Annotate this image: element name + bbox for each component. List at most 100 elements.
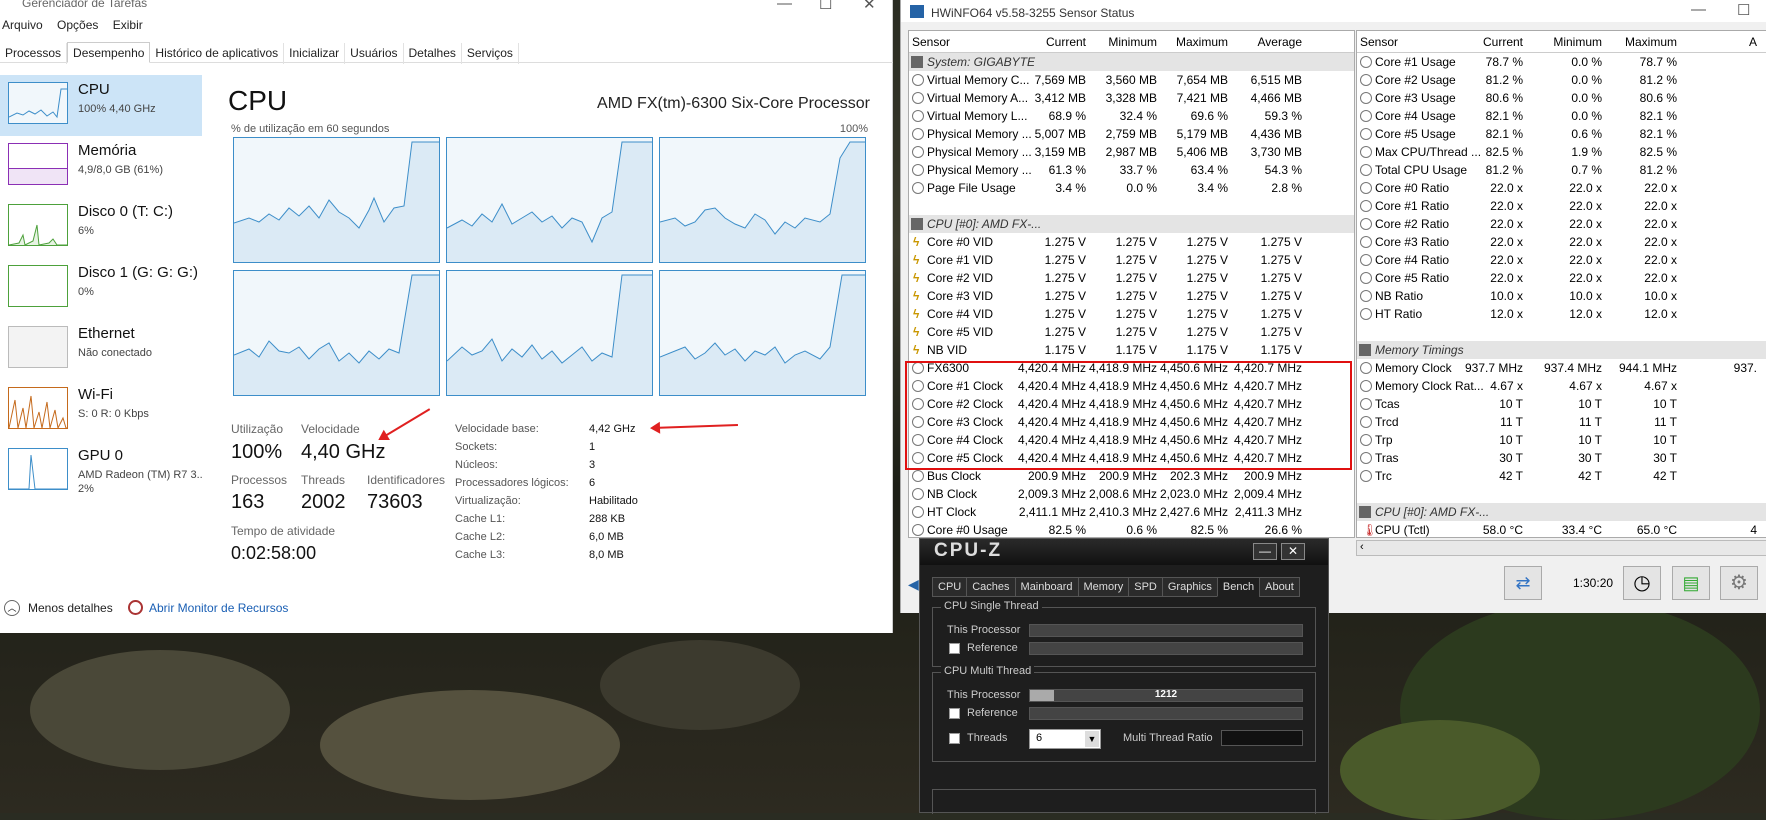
sensor-row[interactable]: 🌡 CPU (Tctl) 58.0 °C 33.4 °C 65.0 °C 4 (1357, 521, 1766, 537)
sensor-row[interactable]: NB Clock 2,009.3 MHz 2,008.6 MHz 2,023.0 MH… (909, 485, 1354, 503)
threads-select[interactable]: 6 ▼ (1029, 729, 1101, 749)
sensor-row[interactable]: ϟ Core #1 VID 1.275 V 1.275 V 1.275 V 1.275 V (909, 251, 1354, 269)
column-header[interactable]: Average (1232, 31, 1302, 53)
maximize-icon[interactable]: ☐ (819, 0, 832, 13)
sensor-row[interactable]: Tras 30 T 30 T 30 T (1357, 449, 1766, 467)
tab-mainboard[interactable]: Mainboard (1014, 577, 1079, 597)
sensor-row[interactable]: Core #5 Ratio 22.0 x 22.0 x 22.0 x (1357, 269, 1766, 287)
sensor-row[interactable]: Core #2 Usage 81.2 % 0.0 % 81.2 % (1357, 71, 1766, 89)
column-header[interactable]: Minimum (1087, 31, 1157, 53)
sidebar-item-gpu[interactable]: GPU 0 AMD Radeon (TM) R7 3... 2% (0, 441, 202, 502)
sensor-row[interactable]: Core #4 Ratio 22.0 x 22.0 x 22.0 x (1357, 251, 1766, 269)
group-row[interactable]: System: GIGABYTE (909, 53, 1354, 71)
sensor-row[interactable]: HT Ratio 12.0 x 12.0 x 12.0 x (1357, 305, 1766, 323)
minimize-icon[interactable]: — (1691, 1, 1706, 18)
sensor-row[interactable]: Core #4 Usage 82.1 % 0.0 % 82.1 % (1357, 107, 1766, 125)
tab-servicos[interactable]: Serviços (462, 43, 519, 64)
sensor-row[interactable]: Total CPU Usage 81.2 % 0.7 % 81.2 % (1357, 161, 1766, 179)
minimize-icon[interactable]: — (777, 0, 792, 12)
sensor-row[interactable]: ϟ Core #0 VID 1.275 V 1.275 V 1.275 V 1.275 V (909, 233, 1354, 251)
nav-left-icon[interactable]: ◀ (908, 576, 919, 593)
sensor-row[interactable]: Trc 42 T 42 T 42 T (1357, 467, 1766, 485)
maximize-icon[interactable]: ☐ (1737, 1, 1750, 19)
menu-arquivo[interactable]: Arquivo (2, 18, 43, 32)
tab-processos[interactable]: Processos (0, 43, 68, 64)
fewer-details-link[interactable]: Menos detalhes (28, 601, 113, 615)
sidebar-item-memory[interactable]: Memória 4,9/8,0 GB (61%) (0, 136, 202, 197)
sensor-row[interactable]: Core #0 Usage 82.5 % 0.6 % 82.5 % 26.6 % (909, 521, 1354, 537)
resource-monitor-link[interactable]: Abrir Monitor de Recursos (149, 601, 288, 615)
sensor-row[interactable]: Max CPU/Thread ... 82.5 % 1.9 % 82.5 % (1357, 143, 1766, 161)
menu-exibir[interactable]: Exibir (113, 18, 143, 32)
tab-desempenho[interactable]: Desempenho (67, 42, 151, 63)
sensor-row[interactable]: Physical Memory ... 61.3 % 33.7 % 63.4 % 54.… (909, 161, 1354, 179)
close-icon[interactable]: ✕ (863, 0, 876, 13)
group-row[interactable]: Memory Timings (1357, 341, 1766, 359)
sensor-row[interactable]: ϟ Core #4 VID 1.275 V 1.275 V 1.275 V 1.275 V (909, 305, 1354, 323)
settings-gear-icon[interactable]: ⚙ (1720, 566, 1758, 600)
sensor-row[interactable]: Core #1 Usage 78.7 % 0.0 % 78.7 % (1357, 53, 1766, 71)
tab-bench[interactable]: Bench (1216, 577, 1261, 597)
sensor-row[interactable]: NB Ratio 10.0 x 10.0 x 10.0 x (1357, 287, 1766, 305)
menu-opcoes[interactable]: Opções (57, 18, 98, 32)
column-header[interactable]: A (1687, 31, 1757, 53)
sensor-row[interactable]: Virtual Memory C... 7,569 MB 3,560 MB 7,654… (909, 71, 1354, 89)
sensor-row[interactable]: Memory Clock Rat... 4.67 x 4.67 x 4.67 x (1357, 377, 1766, 395)
tab-about[interactable]: About (1259, 577, 1300, 597)
group-row[interactable]: CPU [#0]: AMD FX-... (1357, 503, 1766, 521)
tab-caches[interactable]: Caches (966, 577, 1016, 597)
report-icon[interactable]: ▤ (1672, 566, 1710, 600)
sensor-row[interactable]: Core #2 Ratio 22.0 x 22.0 x 22.0 x (1357, 215, 1766, 233)
sensor-row[interactable]: Virtual Memory A... 3,412 MB 3,328 MB 7,421… (909, 89, 1354, 107)
tab-spd[interactable]: SPD (1128, 577, 1163, 597)
reference-checkbox[interactable] (949, 708, 960, 719)
column-header[interactable]: Minimum (1532, 31, 1602, 53)
tab-cpu[interactable]: CPU (932, 577, 968, 597)
sensor-table-right[interactable]: Sensor Current Minimum Maximum A Core #1 Usag… (1356, 30, 1766, 538)
tab-historico[interactable]: Histórico de aplicativos (150, 43, 285, 64)
sensor-row[interactable]: HT Clock 2,411.1 MHz 2,410.3 MHz 2,427.6 MH… (909, 503, 1354, 521)
close-icon[interactable]: ✕ (1281, 543, 1305, 560)
sensor-row[interactable]: ϟ NB VID 1.175 V 1.175 V 1.175 V 1.175 V (909, 341, 1354, 359)
sensor-row[interactable]: Memory Clock 937.7 MHz 937.4 MHz 944.1 MHz 9… (1357, 359, 1766, 377)
column-header[interactable]: Current (1453, 31, 1523, 53)
sensor-row[interactable]: ϟ Core #5 VID 1.275 V 1.275 V 1.275 V 1.275 V (909, 323, 1354, 341)
tab-inicializar[interactable]: Inicializar (284, 43, 346, 64)
group-row[interactable]: CPU [#0]: AMD FX-... (909, 215, 1354, 233)
reference-checkbox[interactable] (949, 643, 960, 654)
sensor-row[interactable]: Trp 10 T 10 T 10 T (1357, 431, 1766, 449)
sidebar-item-wifi[interactable]: Wi-Fi S: 0 R: 0 Kbps (0, 380, 202, 441)
chevron-up-icon[interactable]: ︿ (4, 600, 20, 616)
sensor-row[interactable]: Core #3 Ratio 22.0 x 22.0 x 22.0 x (1357, 233, 1766, 251)
column-header[interactable]: Sensor (912, 31, 950, 53)
tab-graphics[interactable]: Graphics (1161, 577, 1218, 597)
sensor-row[interactable]: Core #5 Usage 82.1 % 0.6 % 82.1 % (1357, 125, 1766, 143)
sidebar-item-disk0[interactable]: Disco 0 (T: C:) 6% (0, 197, 202, 258)
column-header[interactable]: Current (1016, 31, 1086, 53)
sensor-row[interactable]: Core #1 Ratio 22.0 x 22.0 x 22.0 x (1357, 197, 1766, 215)
tab-memory[interactable]: Memory (1077, 577, 1130, 597)
sidebar-item-cpu[interactable]: CPU 100% 4,40 GHz (0, 75, 202, 136)
tab-usuarios[interactable]: Usuários (345, 43, 404, 64)
column-header[interactable]: Sensor (1360, 31, 1398, 53)
sensor-row[interactable]: Physical Memory ... 5,007 MB 2,759 MB 5,179… (909, 125, 1354, 143)
column-header[interactable]: Maximum (1607, 31, 1677, 53)
sensor-row[interactable]: Virtual Memory L... 68.9 % 32.4 % 69.6 % 59.… (909, 107, 1354, 125)
sensor-row[interactable]: Core #0 Ratio 22.0 x 22.0 x 22.0 x (1357, 179, 1766, 197)
sensor-row[interactable]: ϟ Core #3 VID 1.275 V 1.275 V 1.275 V 1.275 V (909, 287, 1354, 305)
sidebar-item-disk1[interactable]: Disco 1 (G: G: G:) 0% (0, 258, 202, 319)
timer-icon[interactable]: ◷ (1623, 566, 1661, 600)
sensor-row[interactable]: Tcas 10 T 10 T 10 T (1357, 395, 1766, 413)
column-header[interactable]: Maximum (1158, 31, 1228, 53)
scrollbar-horizontal[interactable]: ‹ (1356, 540, 1766, 556)
threads-checkbox[interactable] (949, 733, 960, 744)
sensor-row[interactable]: Page File Usage 3.4 % 0.0 % 3.4 % 2.8 % (909, 179, 1354, 197)
sensor-row[interactable]: ϟ Core #2 VID 1.275 V 1.275 V 1.275 V 1.275 V (909, 269, 1354, 287)
sensor-row[interactable]: Trcd 11 T 11 T 11 T (1357, 413, 1766, 431)
sidebar-item-ethernet[interactable]: Ethernet Não conectado (0, 319, 202, 380)
network-icon[interactable]: ⇄ (1504, 566, 1542, 600)
minimize-icon[interactable]: — (1253, 543, 1277, 560)
sensor-row[interactable]: Core #3 Usage 80.6 % 0.0 % 80.6 % (1357, 89, 1766, 107)
sensor-row[interactable]: Physical Memory ... 3,159 MB 2,987 MB 5,406… (909, 143, 1354, 161)
tab-detalhes[interactable]: Detalhes (404, 43, 462, 64)
